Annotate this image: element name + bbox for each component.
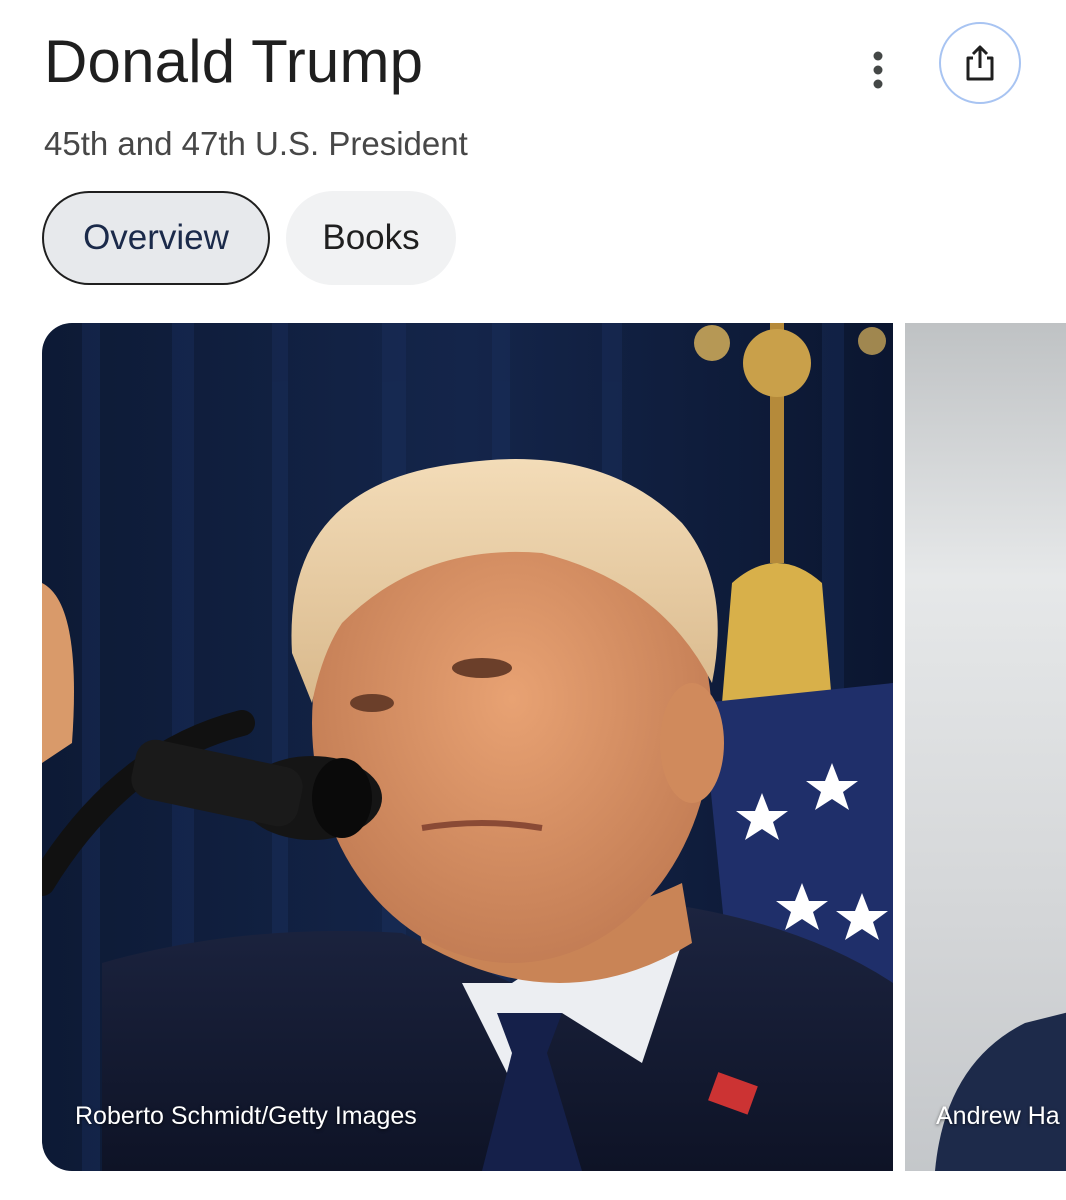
share-icon: [966, 45, 994, 81]
image-credit: Andrew Ha: [936, 1102, 1060, 1130]
image-card-1[interactable]: Roberto Schmidt/Getty Images: [42, 323, 893, 1171]
image-card-2[interactable]: Andrew Ha: [905, 323, 1066, 1171]
tab-overview[interactable]: Overview: [42, 191, 270, 285]
tab-books[interactable]: Books: [286, 191, 456, 285]
more-options-button[interactable]: [852, 44, 904, 96]
tab-bar: Overview Books: [42, 191, 456, 285]
entity-subtitle: 45th and 47th U.S. President: [44, 125, 468, 162]
portrait-photo: [42, 323, 893, 1171]
image-credit: Roberto Schmidt/Getty Images: [75, 1102, 417, 1130]
second-photo: [905, 323, 1066, 1171]
image-carousel[interactable]: Roberto Schmidt/Getty Images Andrew Ha: [42, 323, 1066, 1171]
more-vert-icon: [873, 51, 883, 89]
entity-title: Donald Trump: [44, 28, 424, 95]
knowledge-panel: Donald Trump 45th and 47th U.S. Presiden…: [0, 0, 1066, 1200]
share-button[interactable]: [939, 22, 1021, 104]
